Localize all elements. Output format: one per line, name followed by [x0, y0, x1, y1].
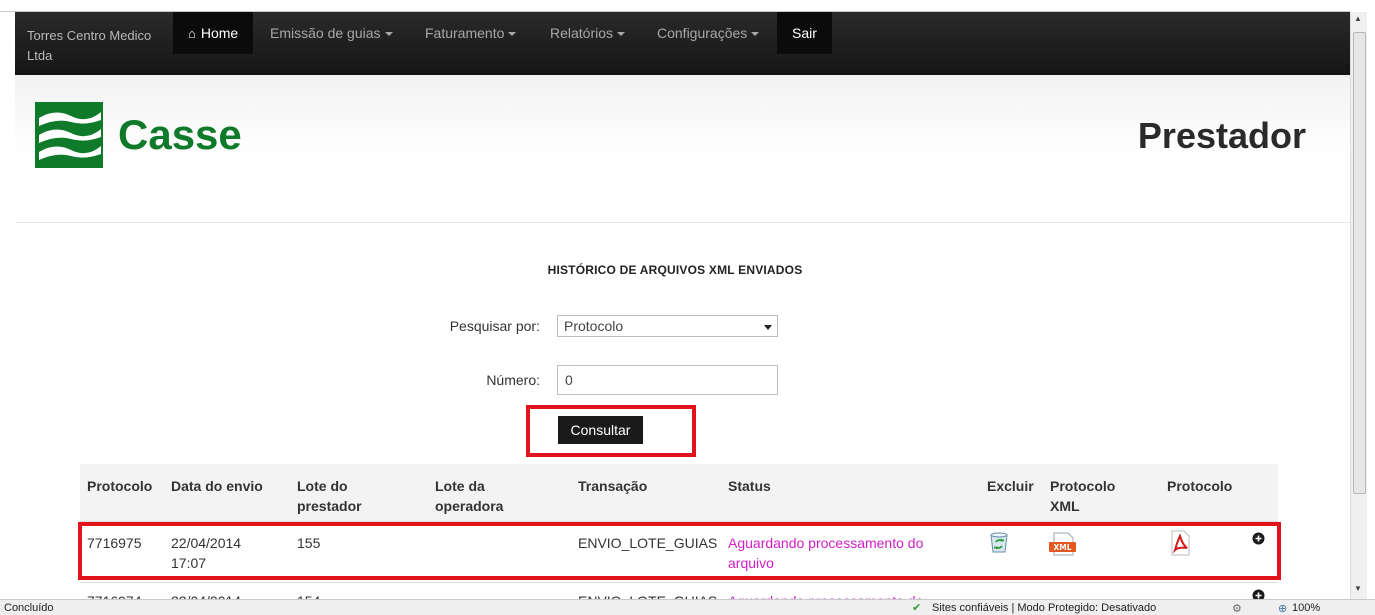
- th-lote-operadora-line2: operadora: [435, 498, 504, 514]
- th-protocolo-xml-line1: Protocolo: [1050, 478, 1116, 494]
- nav-configuracoes[interactable]: Configurações: [642, 12, 774, 54]
- th-transacao: Transação: [578, 478, 648, 494]
- th-status: Status: [728, 478, 771, 494]
- th-lote-prestador-line1: Lote do: [297, 478, 348, 494]
- casse-logo-text: Casse: [118, 111, 242, 158]
- search-by-label: Pesquisar por:: [449, 318, 540, 334]
- search-by-select[interactable]: Protocolo: [557, 315, 778, 337]
- nav-home[interactable]: ⌂ Home: [173, 12, 254, 54]
- table-header: Protocolo Data do envio Lote do prestado…: [80, 464, 1278, 521]
- nav-sair[interactable]: Sair: [777, 12, 832, 54]
- navbar-brand[interactable]: Torres Centro Medico Ltda: [27, 26, 167, 66]
- casse-logo-icon: [35, 102, 103, 168]
- globe-icon[interactable]: ⚙: [1232, 602, 1242, 615]
- th-lote-operadora: Lote da operadora: [435, 476, 503, 516]
- number-input[interactable]: 0: [557, 365, 778, 395]
- th-protocolo-xml: Protocolo XML: [1050, 476, 1115, 516]
- page-header: Casse Prestador: [15, 75, 1350, 223]
- highlight-box-consultar: [526, 405, 696, 457]
- nav-configuracoes-label: Configurações: [657, 25, 748, 41]
- vertical-scrollbar[interactable]: ▲ ▼: [1350, 12, 1367, 599]
- number-value: 0: [565, 372, 573, 388]
- check-icon: ✔: [912, 602, 922, 614]
- nav-emissao-label: Emissão de guias: [270, 25, 381, 41]
- zoom-icon[interactable]: ⊕: [1278, 602, 1287, 615]
- th-lote-prestador-line2: prestador: [297, 498, 362, 514]
- home-icon: ⌂: [188, 26, 196, 41]
- nav-faturamento[interactable]: Faturamento: [410, 12, 531, 54]
- page-title: HISTÓRICO DE ARQUIVOS XML ENVIADOS: [547, 263, 803, 277]
- caret-down-icon: [508, 32, 517, 37]
- browser-top-edge: [0, 0, 1350, 12]
- nav-faturamento-label: Faturamento: [425, 25, 505, 41]
- caret-down-icon: [751, 32, 760, 37]
- highlight-box-row: [78, 522, 1281, 580]
- scroll-thumb[interactable]: [1353, 32, 1366, 494]
- nav-emissao-guias[interactable]: Emissão de guias: [255, 12, 408, 54]
- browser-status-bar: Concluído ✔ Sites confiáveis | Modo Prot…: [0, 599, 1375, 615]
- nav-relatorios-label: Relatórios: [550, 25, 614, 41]
- scroll-up-icon[interactable]: ▲: [1354, 14, 1362, 23]
- caret-down-icon: [384, 32, 393, 37]
- nav-relatorios[interactable]: Relatórios: [535, 12, 640, 54]
- th-data-envio: Data do envio: [171, 478, 263, 494]
- nav-home-label: Home: [200, 25, 239, 41]
- zoom-level[interactable]: 100%: [1292, 602, 1320, 614]
- top-navbar: Torres Centro Medico Ltda ⌂ Home Emissão …: [15, 12, 1350, 75]
- th-protocolo: Protocolo: [87, 478, 153, 494]
- dropdown-arrow-icon: [764, 325, 772, 330]
- number-label: Número:: [486, 372, 540, 388]
- scroll-down-icon[interactable]: ▼: [1354, 584, 1362, 593]
- th-lote-prestador: Lote do prestador: [297, 476, 362, 516]
- search-by-value: Protocolo: [564, 318, 624, 334]
- browser-viewport: Torres Centro Medico Ltda ⌂ Home Emissão …: [0, 0, 1375, 615]
- page-section-label: Prestador: [1137, 115, 1306, 156]
- th-protocolo-xml-line2: XML: [1050, 498, 1080, 514]
- security-zone-text: Sites confiáveis | Modo Protegido: Desat…: [932, 602, 1157, 614]
- status-text: Concluído: [4, 602, 54, 614]
- th-excluir: Excluir: [987, 478, 1034, 494]
- caret-down-icon: [617, 32, 626, 37]
- th-lote-operadora-line1: Lote da: [435, 478, 485, 494]
- th-protocolo-pdf: Protocolo: [1167, 478, 1233, 494]
